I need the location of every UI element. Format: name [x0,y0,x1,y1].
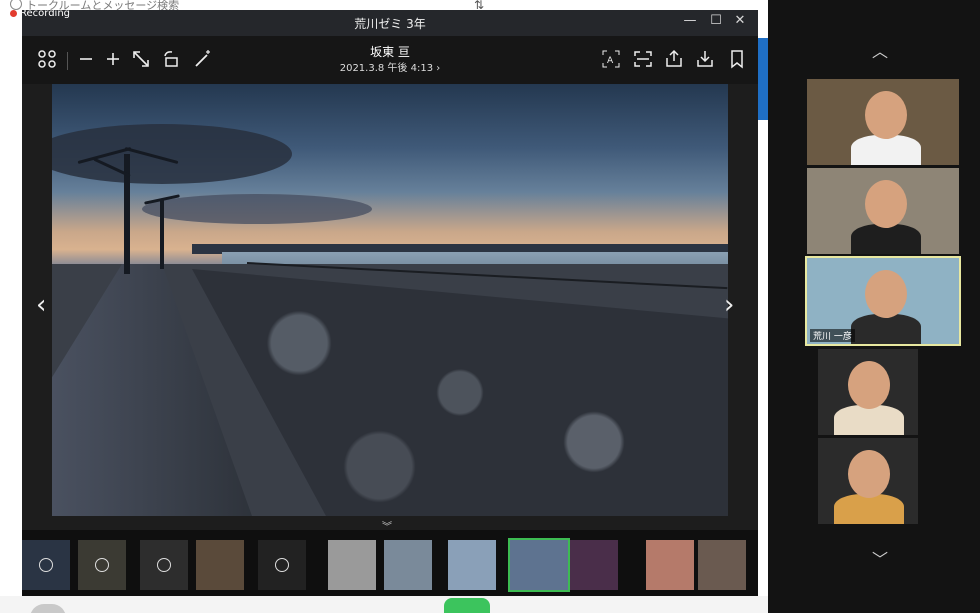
participant-name: 荒川 一彦 [810,329,855,342]
viewer-toolbar: 坂東 亘 2021.3.8 午後 4:13 › A [22,36,758,84]
bookmark-icon[interactable] [726,48,748,70]
thumbnail[interactable] [328,540,376,590]
participant-face [848,361,890,409]
participant-video-tile[interactable] [818,349,918,435]
video-call-gallery: ︿ 荒川 一彦 ﹀ [768,0,980,613]
chevron-down-icon[interactable]: ﹀ [872,546,888,570]
share-icon[interactable] [663,48,685,70]
participant-face [848,450,890,498]
maximize-icon[interactable]: ☐ [706,13,726,28]
photo-palm-tree [160,199,164,269]
thumbnail[interactable] [258,540,306,590]
main-photo [52,84,728,516]
thumbnail[interactable] [140,540,188,590]
text-recognition-icon[interactable]: A [600,48,622,70]
thumbnail-strip [22,530,758,596]
download-icon[interactable] [694,48,716,70]
participant-body [834,405,904,435]
background-green-button[interactable] [444,598,490,613]
thumbnail[interactable] [570,540,618,590]
photo-cloud [142,194,372,224]
chevron-left-icon[interactable]: ‹ [36,290,56,320]
participant-body [851,135,921,165]
recording-dot-icon [10,10,17,17]
chevron-right-icon[interactable]: › [724,290,744,320]
participant-video-tile[interactable] [818,438,918,524]
minimize-icon[interactable]: — [680,13,700,28]
play-icon [157,558,171,572]
play-icon [275,558,289,572]
play-icon [39,558,53,572]
thumbnail[interactable] [646,540,694,590]
screen: トークルームとメッセージ検索 ⇅ Recording 荒川ゼミ 3年 — ☐ ✕ [0,0,980,613]
capture-icon[interactable] [632,48,654,70]
participant-face [865,91,907,139]
chevron-up-icon[interactable]: ︿ [872,38,888,62]
recording-label: Recording [20,8,71,19]
participant-video-tile[interactable]: 荒川 一彦 [805,256,961,346]
background-bottom-bar [0,596,768,613]
svg-text:A: A [607,56,614,66]
recording-badge: Recording [10,8,70,19]
participant-body [834,494,904,524]
window-title: 荒川ゼミ 3年 [354,17,426,31]
thumbnail[interactable] [384,540,432,590]
background-blue-panel [758,38,768,120]
sent-time-label: 2021.3.8 午後 4:13 [339,63,434,74]
thumbnail[interactable] [508,538,570,592]
thumbnail[interactable] [698,540,746,590]
participant-face [865,270,907,318]
close-icon[interactable]: ✕ [730,13,750,28]
participant-video-tile[interactable] [807,79,959,165]
participant-video-tile[interactable] [807,168,959,254]
title-bar: 荒川ゼミ 3年 — ☐ ✕ [22,10,758,36]
thumbnail[interactable] [196,540,244,590]
thumbnail[interactable] [22,540,70,590]
participant-face [865,180,907,228]
image-viewer-window: 荒川ゼミ 3年 — ☐ ✕ 坂東 亘 2021.3.8 午後 4:13 › A [22,10,758,596]
participant-body [851,314,921,344]
thumbnail[interactable] [78,540,126,590]
thumbnail[interactable] [448,540,496,590]
participant-body [851,224,921,254]
play-icon [95,558,109,572]
